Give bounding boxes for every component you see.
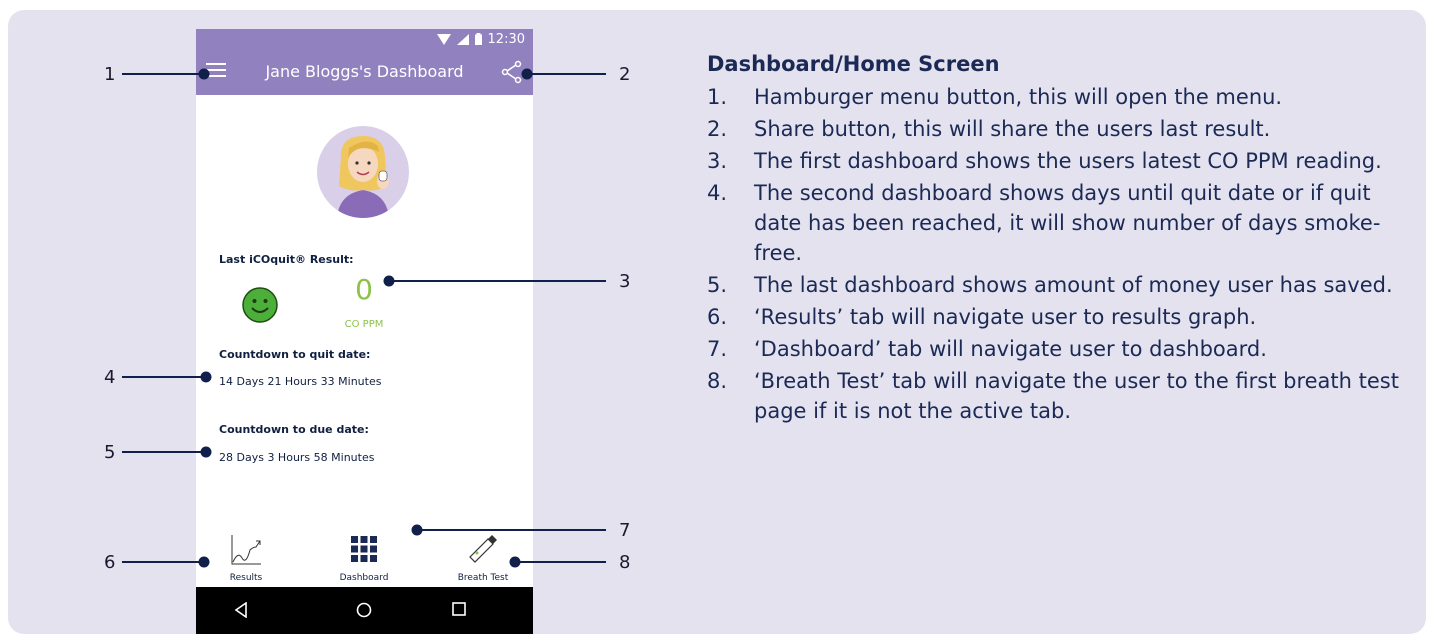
status-bar: 12:30 [196,29,533,49]
quit-countdown-value: 14 Days 21 Hours 33 Minutes [219,375,382,388]
item-text: The second dashboard shows days until qu… [754,181,1381,265]
bottom-tab-bar: Results Dashboard Breath Test [196,521,533,587]
tab-breath-test[interactable]: Breath Test [433,521,533,587]
quit-countdown-label: Countdown to quit date: [219,348,371,361]
description-heading: Dashboard/Home Screen [707,52,1000,76]
callout-number-3: 3 [619,271,631,292]
app-bar-title: Jane Bloggs's Dashboard [265,62,464,81]
callout-number-7: 7 [619,520,631,541]
item-text: Hamburger menu button, this will open th… [754,85,1283,109]
tab-label-breath-test: Breath Test [457,573,509,583]
description-item: 4. The second dashboard shows days until … [707,178,1407,268]
item-number: 6. [707,305,728,329]
avatar-illustration [337,136,389,218]
item-number: 5. [707,273,728,297]
app-bar: Jane Bloggs's Dashboard [196,49,533,95]
callout-number-6: 6 [104,552,116,573]
tab-dashboard[interactable]: Dashboard [314,521,414,587]
description-item: 1. Hamburger menu button, this will open … [707,82,1407,112]
callout-number-1: 1 [104,64,116,85]
tab-label-results: Results [229,573,263,583]
callout-number-4: 4 [104,367,116,388]
item-number: 7. [707,337,728,361]
wifi-icon [436,33,451,45]
recents-icon[interactable] [452,602,466,616]
callout-number-2: 2 [619,64,631,85]
home-icon[interactable] [356,602,372,618]
item-text: ‘Results’ tab will navigate user to resu… [754,305,1257,329]
description-item: 3. The first dashboard shows the users la… [707,146,1407,176]
item-text: ‘Breath Test’ tab will navigate the user… [754,369,1399,423]
breath-device-icon [469,535,497,563]
last-result-label: Last iCOquit® Result: [219,253,354,266]
co-ppm-unit: CO PPM [344,319,384,330]
item-text: The last dashboard shows amount of money… [754,273,1393,297]
grid-icon [351,536,377,562]
description-item: 7. ‘Dashboard’ tab will navigate user to … [707,334,1407,364]
co-ppm-value: 0 [355,273,373,306]
due-countdown-value: 28 Days 3 Hours 58 Minutes [219,451,375,464]
description-item: 5. The last dashboard shows amount of mon… [707,270,1407,300]
signal-icon [456,33,469,45]
item-number: 3. [707,149,728,173]
chart-line-icon [231,535,261,565]
description-item: 6. ‘Results’ tab will navigate user to re… [707,302,1407,332]
phone-screen: 12:30 Jane Bloggs's Dashboard Last iCOqu… [196,29,533,634]
item-number: 1. [707,85,728,109]
due-countdown-label: Countdown to due date: [219,423,369,436]
callout-number-8: 8 [619,552,631,573]
description-list: 1. Hamburger menu button, this will open … [707,82,1407,428]
tab-label-dashboard: Dashboard [339,573,389,583]
item-number: 4. [707,181,728,205]
callout-number-5: 5 [104,442,116,463]
user-avatar [317,126,409,218]
battery-icon [474,33,482,45]
item-number: 8. [707,369,728,393]
tab-results[interactable]: Results [196,521,296,587]
android-nav-bar [196,587,533,634]
smiley-face-icon [242,287,278,323]
back-icon[interactable] [234,602,248,618]
item-number: 2. [707,117,728,141]
share-icon[interactable] [501,60,523,84]
status-time: 12:30 [487,31,525,47]
item-text: The first dashboard shows the users late… [754,149,1382,173]
item-text: Share button, this will share the users … [754,117,1271,141]
description-item: 8. ‘Breath Test’ tab will navigate the us… [707,366,1407,426]
item-text: ‘Dashboard’ tab will navigate user to da… [754,337,1267,361]
description-item: 2. Share button, this will share the user… [707,114,1407,144]
